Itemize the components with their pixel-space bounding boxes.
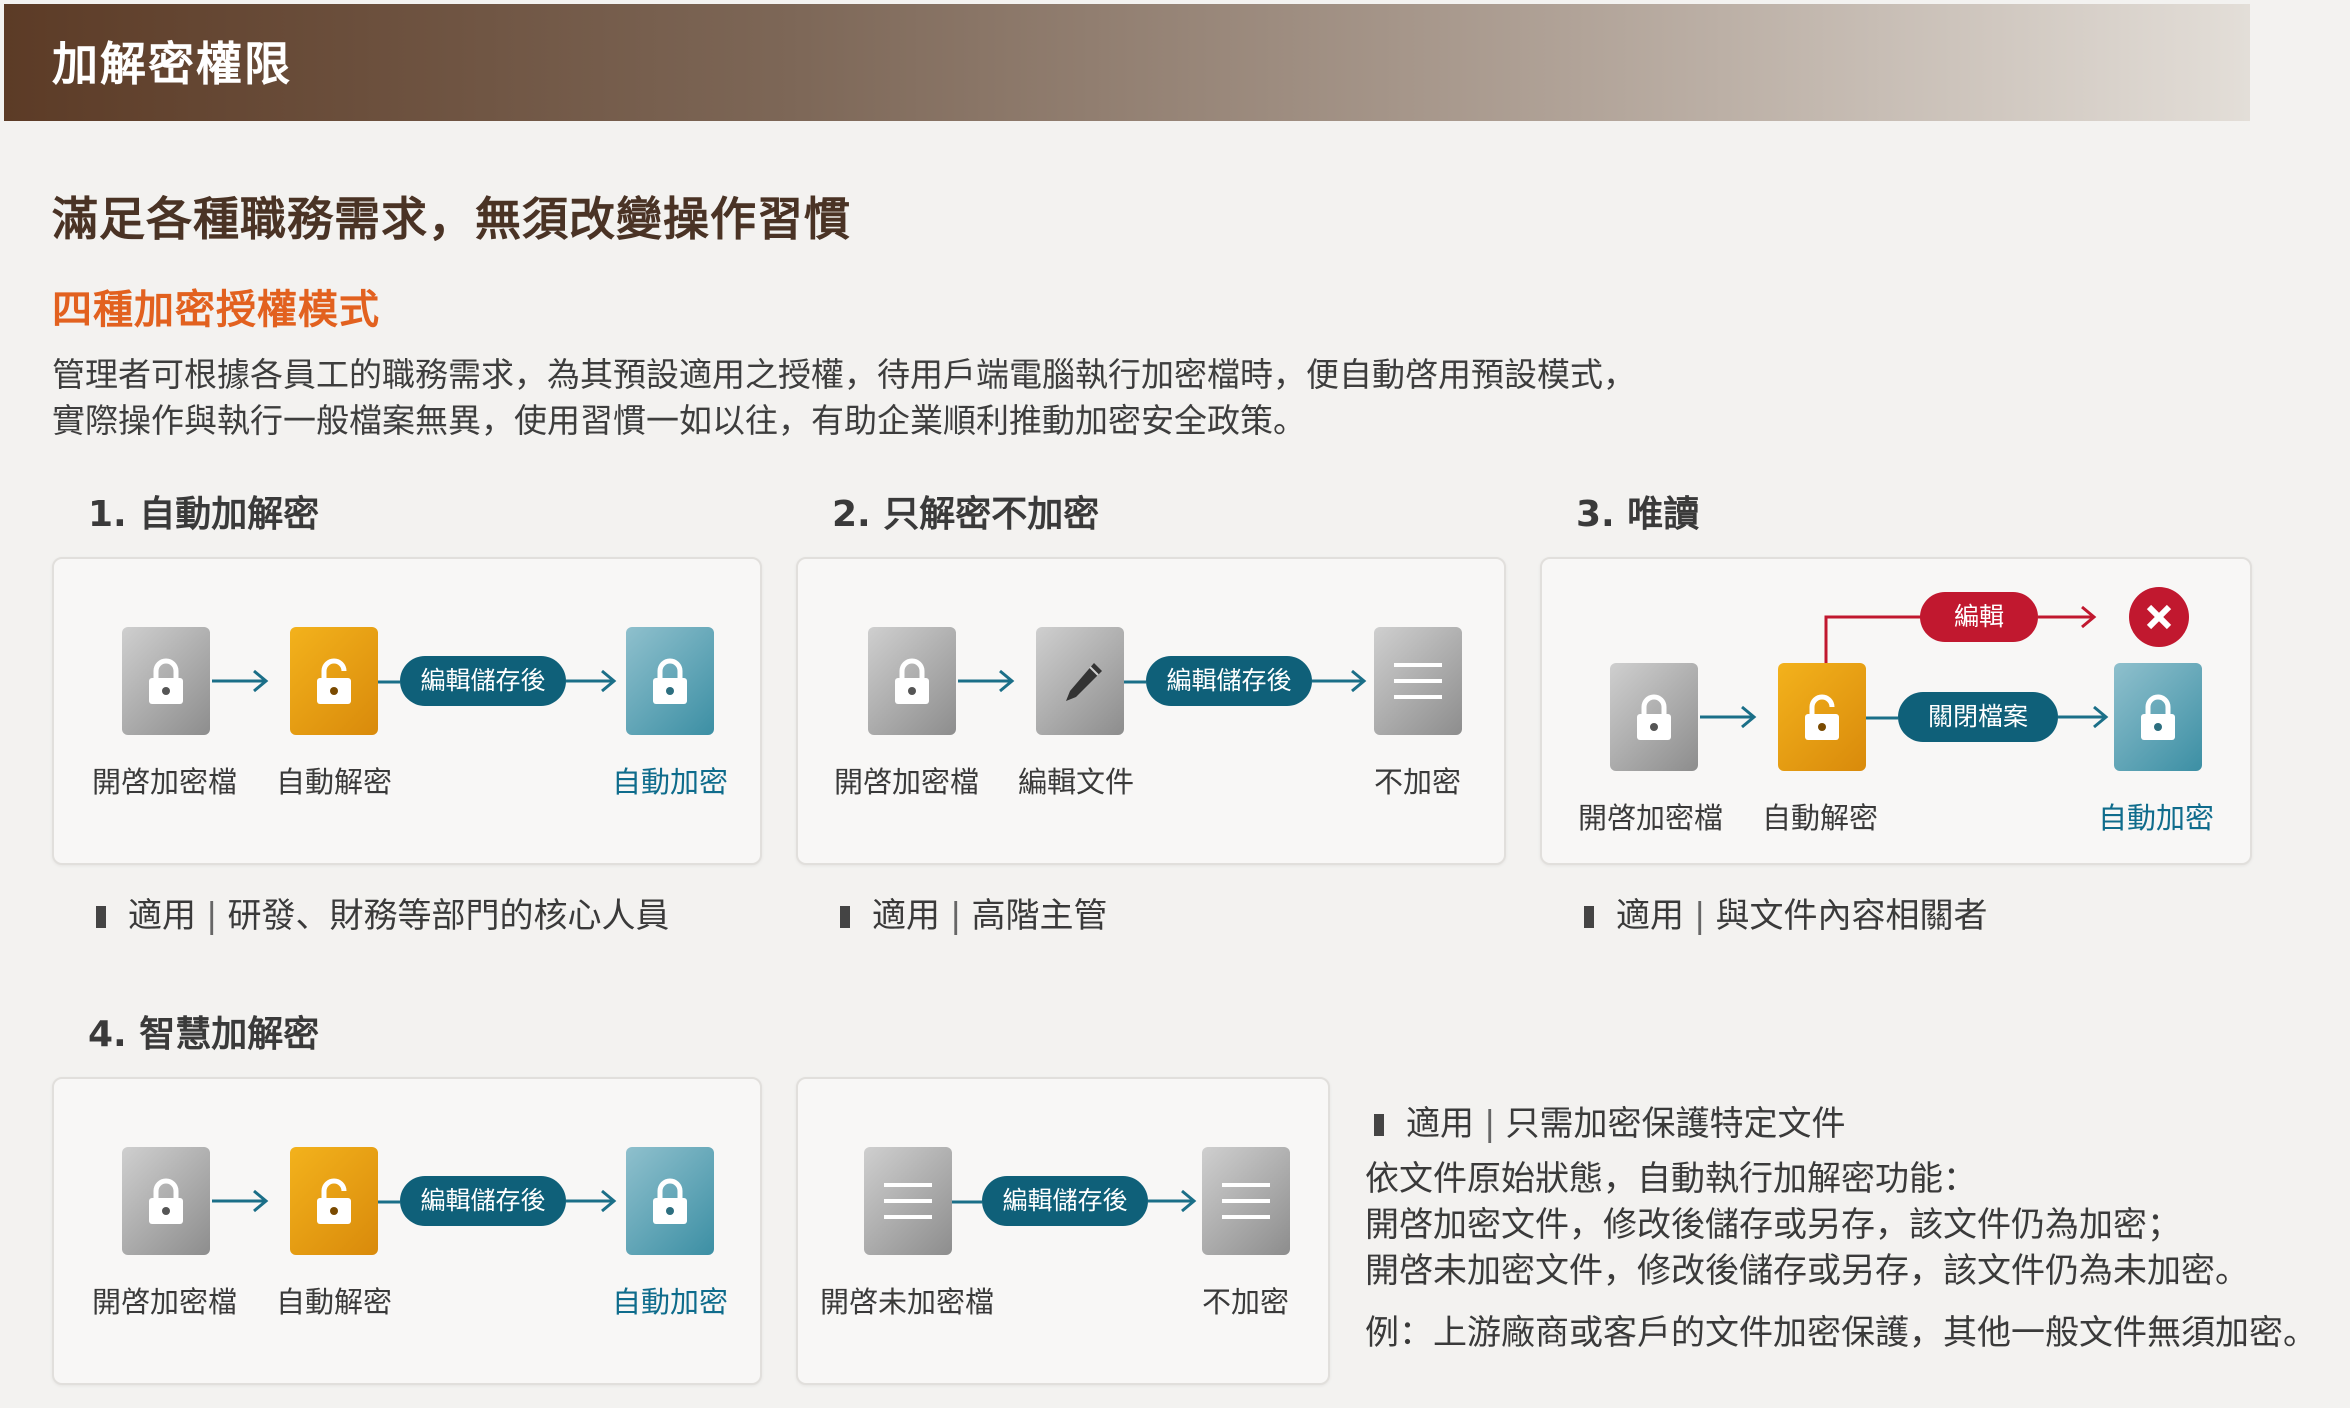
step-label: 編輯文件 bbox=[1018, 765, 1135, 799]
mode-2-title: 2. 只解密不加密 bbox=[832, 494, 1100, 535]
bullet-mark bbox=[1374, 1114, 1384, 1136]
connector-line bbox=[1124, 680, 1146, 684]
intro-line-2: 實際操作與執行一般檔案無異，使用習慣一如以往，有助企業順利推動加密安全政策。 bbox=[52, 401, 1306, 440]
bullet-mark bbox=[840, 906, 850, 928]
bullet-mark bbox=[96, 906, 106, 928]
close-x-icon bbox=[2129, 587, 2189, 647]
arrow-right-icon bbox=[1148, 1189, 1197, 1213]
bullet-mark bbox=[1584, 906, 1594, 928]
step-label: 自動解密 bbox=[276, 1285, 393, 1319]
lock-closed-icon bbox=[122, 1147, 210, 1255]
lock-open-icon bbox=[290, 1147, 378, 1255]
arrow-right-icon bbox=[1700, 705, 1757, 729]
step-label: 開啓加密檔 bbox=[834, 765, 980, 799]
edit-path-line bbox=[1824, 615, 1934, 667]
lock-closed-icon bbox=[122, 627, 210, 735]
lock-closed-icon bbox=[1610, 663, 1698, 771]
desc-line: 開啓加密文件，修改後儲存或另存，該文件仍為加密； bbox=[1365, 1205, 2181, 1245]
page-title: 加解密權限 bbox=[52, 37, 292, 91]
document-lines-icon bbox=[1202, 1147, 1290, 1255]
step-label: 不加密 bbox=[1374, 765, 1462, 799]
arrow-right-icon bbox=[1312, 669, 1367, 693]
desc-line: 開啓未加密文件，修改後儲存或另存，該文件仍為未加密。 bbox=[1365, 1251, 2249, 1291]
step-label: 開啓未加密檔 bbox=[820, 1285, 995, 1319]
note-key: 適用 bbox=[1406, 1104, 1474, 1144]
step-label: 自動加密 bbox=[2098, 801, 2215, 835]
mode-4-card-unencrypted: 編輯儲存後 開啓未加密檔 不加密 bbox=[796, 1077, 1330, 1385]
lock-closed-icon bbox=[2114, 663, 2202, 771]
note-value: 研發、財務等部門的核心人員 bbox=[227, 896, 670, 936]
pencil-icon bbox=[1036, 627, 1124, 735]
mode-1-note: 適用 | 研發、財務等部門的核心人員 bbox=[96, 888, 669, 937]
headline: 滿足各種職務需求，無須改變操作習慣 bbox=[52, 192, 851, 246]
arrow-right-icon bbox=[212, 669, 269, 693]
mode-3-title: 3. 唯讀 bbox=[1576, 494, 1700, 535]
step-label: 自動解密 bbox=[276, 765, 393, 799]
step-label: 自動解密 bbox=[1762, 801, 1879, 835]
note-separator: | bbox=[1484, 1104, 1496, 1144]
connector-line bbox=[1866, 716, 1898, 720]
step-label: 開啓加密檔 bbox=[1578, 801, 1724, 835]
desc-line: 例：上游廠商或客戶的文件加密保護，其他一般文件無須加密。 bbox=[1365, 1313, 2317, 1353]
edit-save-pill: 編輯儲存後 bbox=[982, 1176, 1148, 1226]
intro-text: 管理者可根據各員工的職務需求，為其預設適用之授權，待用戶端電腦執行加密檔時，便自… bbox=[52, 352, 1636, 444]
lock-open-icon bbox=[290, 627, 378, 735]
mode-2-note: 適用 | 高階主管 bbox=[840, 888, 1107, 937]
note-key: 適用 bbox=[872, 896, 940, 936]
connector-line bbox=[952, 1200, 982, 1204]
note-value: 高階主管 bbox=[971, 896, 1108, 936]
arrow-right-icon bbox=[212, 1189, 269, 1213]
note-key: 適用 bbox=[1616, 896, 1684, 936]
step-label: 自動加密 bbox=[612, 1285, 729, 1319]
arrow-right-icon bbox=[2058, 705, 2109, 729]
subhead: 四種加密授權模式 bbox=[52, 287, 380, 333]
mode-3-card: 編輯 關閉檔案 開啓加密檔 自動解密 自動加密 bbox=[1540, 557, 2252, 865]
arrow-right-icon bbox=[958, 669, 1015, 693]
document-lines-icon bbox=[1374, 627, 1462, 735]
mode-4-note: 適用 | 只需加密保護特定文件 bbox=[1374, 1096, 1845, 1145]
note-separator: | bbox=[1694, 896, 1706, 936]
connector-line bbox=[378, 680, 400, 684]
lock-closed-icon bbox=[626, 627, 714, 735]
arrow-right-icon bbox=[566, 669, 617, 693]
document-lines-icon bbox=[864, 1147, 952, 1255]
edit-save-pill: 編輯儲存後 bbox=[1146, 656, 1312, 706]
mode-1-title: 1. 自動加解密 bbox=[88, 494, 320, 535]
note-separator: | bbox=[206, 896, 218, 936]
lock-closed-icon bbox=[868, 627, 956, 735]
mode-4-card-encrypted: 編輯儲存後 開啓加密檔 自動解密 自動加密 bbox=[52, 1077, 762, 1385]
arrow-right-icon bbox=[2038, 605, 2097, 629]
step-label: 自動加密 bbox=[612, 765, 729, 799]
desc-line: 依文件原始狀態，自動執行加解密功能： bbox=[1365, 1159, 1977, 1199]
edit-pill: 編輯 bbox=[1920, 592, 2038, 642]
lock-closed-icon bbox=[626, 1147, 714, 1255]
mode-4-title: 4. 智慧加解密 bbox=[88, 1014, 320, 1055]
step-label: 開啓加密檔 bbox=[92, 1285, 238, 1319]
mode-1-card: 編輯儲存後 開啓加密檔 自動解密 自動加密 bbox=[52, 557, 762, 865]
lock-open-icon bbox=[1778, 663, 1866, 771]
mode-3-note: 適用 | 與文件內容相關者 bbox=[1584, 888, 1987, 937]
edit-save-pill: 編輯儲存後 bbox=[400, 656, 566, 706]
note-value: 只需加密保護特定文件 bbox=[1505, 1104, 1846, 1144]
arrow-right-icon bbox=[566, 1189, 617, 1213]
header-bar bbox=[4, 4, 2250, 121]
close-file-pill: 關閉檔案 bbox=[1898, 692, 2058, 742]
step-label: 不加密 bbox=[1202, 1285, 1290, 1319]
note-value: 與文件內容相關者 bbox=[1715, 896, 1988, 936]
note-key: 適用 bbox=[128, 896, 196, 936]
intro-line-1: 管理者可根據各員工的職務需求，為其預設適用之授權，待用戶端電腦執行加密檔時，便自… bbox=[52, 355, 1636, 394]
note-separator: | bbox=[950, 896, 962, 936]
mode-4-description: 依文件原始狀態，自動執行加解密功能： 開啓加密文件，修改後儲存或另存，該文件仍為… bbox=[1365, 1156, 2317, 1356]
edit-save-pill: 編輯儲存後 bbox=[400, 1176, 566, 1226]
connector-line bbox=[378, 1200, 400, 1204]
mode-2-card: 編輯儲存後 開啓加密檔 編輯文件 不加密 bbox=[796, 557, 1506, 865]
step-label: 開啓加密檔 bbox=[92, 765, 238, 799]
